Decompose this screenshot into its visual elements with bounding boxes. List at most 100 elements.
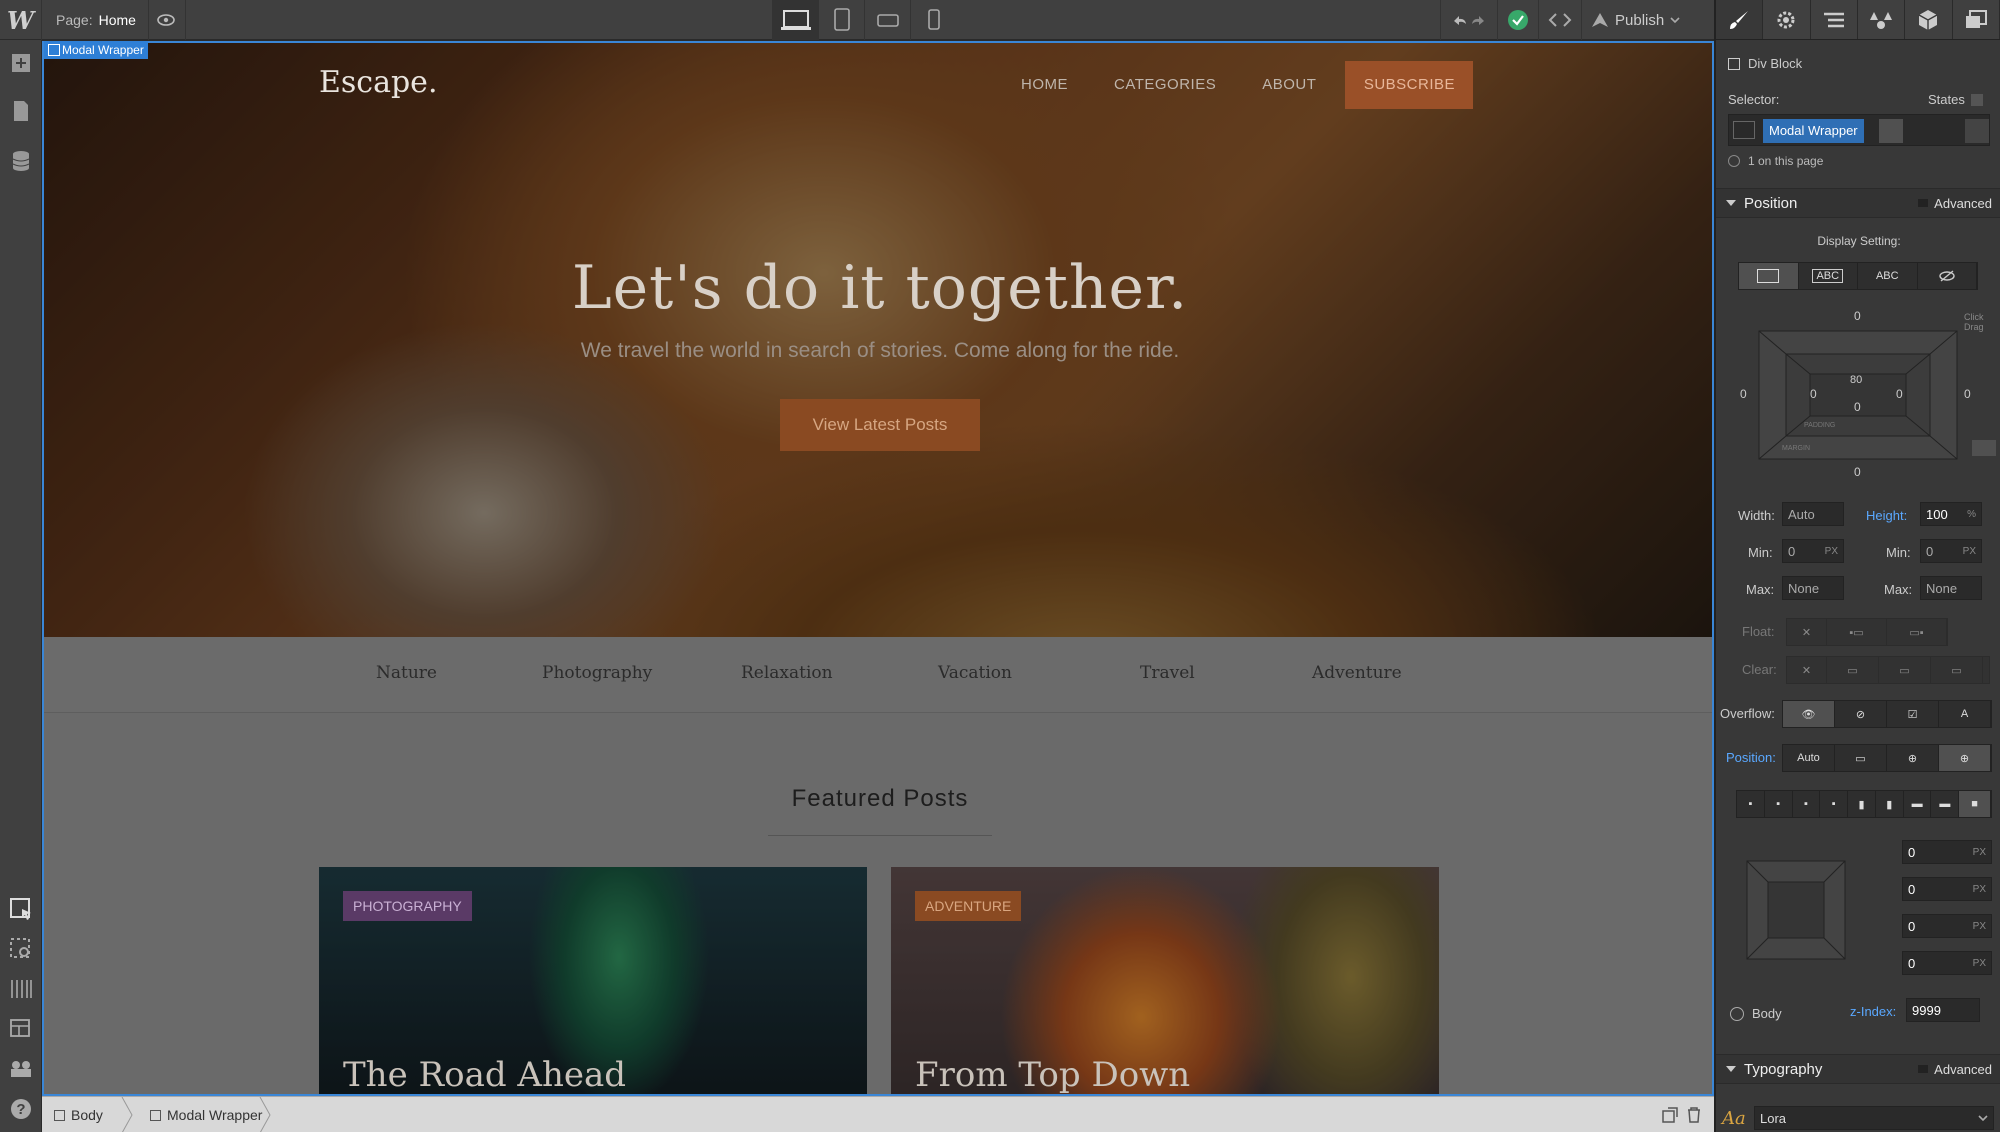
post-badge[interactable]: ADVENTURE <box>915 891 1022 921</box>
nav-home[interactable]: HOME <box>998 61 1091 109</box>
edit-class-icon[interactable] <box>1879 119 1903 143</box>
crumb-body[interactable]: Body <box>42 1097 115 1132</box>
min-width-input[interactable]: 0 PX <box>1782 539 1844 563</box>
featured-heading[interactable]: Featured Posts <box>44 785 1712 813</box>
padding-right-value[interactable]: 0 <box>1896 387 1903 401</box>
max-height-input[interactable]: None <box>1920 576 1982 600</box>
display-inline-block-icon[interactable]: ABC <box>1799 263 1858 289</box>
publish-button[interactable]: Publish <box>1581 0 1689 40</box>
padding-bottom-value[interactable]: 0 <box>1854 400 1861 414</box>
crumb-modal-wrapper[interactable]: Modal Wrapper <box>138 1097 274 1132</box>
display-block-icon[interactable] <box>1739 263 1799 289</box>
view-latest-posts-button[interactable]: View Latest Posts <box>780 399 980 451</box>
category-link[interactable]: Travel <box>1140 663 1195 683</box>
category-link[interactable]: Nature <box>376 663 437 683</box>
overflow-scroll-icon[interactable]: ☑ <box>1887 701 1939 727</box>
padding-top-value[interactable]: 80 <box>1850 374 1862 386</box>
margin-top-value[interactable]: 0 <box>1854 309 1861 323</box>
font-family-select[interactable]: Lora <box>1754 1106 1994 1130</box>
selector-tool-icon[interactable] <box>0 890 42 928</box>
states-dropdown[interactable]: States <box>1928 92 1983 107</box>
clear-left-icon[interactable]: ▭ <box>1827 657 1879 683</box>
preset-top-icon[interactable]: ▬ <box>1931 791 1960 817</box>
clear-both-icon[interactable]: ▭ <box>1931 657 1983 683</box>
position-auto-button[interactable]: Auto <box>1783 745 1835 771</box>
margin-left-value[interactable]: 0 <box>1740 387 1747 401</box>
nav-subscribe-button[interactable]: SUBSCRIBE <box>1345 61 1474 109</box>
symbols-box-icon[interactable] <box>1905 0 1953 39</box>
preset-top-right-icon[interactable]: ▪ <box>1765 791 1793 817</box>
preset-top-left-icon[interactable]: ▪ <box>1737 791 1765 817</box>
offset-top-input[interactable]: 0 PX <box>1902 840 1992 864</box>
width-input[interactable]: Auto <box>1782 502 1844 526</box>
zindex-input[interactable]: 9999 <box>1906 998 1980 1022</box>
category-link[interactable]: Vacation <box>938 663 1012 683</box>
assets-icon[interactable] <box>1953 0 2000 39</box>
post-title[interactable]: From Top Down <box>915 1055 1190 1094</box>
relative-to[interactable]: Body <box>1730 1006 1782 1021</box>
position-section-header[interactable]: Position Advanced <box>1716 188 2000 218</box>
undo-redo-icon[interactable] <box>1440 0 1497 40</box>
advanced-toggle[interactable]: Advanced <box>1918 1062 1992 1077</box>
style-brush-icon[interactable] <box>1716 0 1764 39</box>
box-model-editor[interactable] <box>1758 330 1958 460</box>
typography-section-header[interactable]: Typography Advanced <box>1716 1054 2000 1084</box>
float-none-icon[interactable]: ✕ <box>1787 619 1827 645</box>
clear-none-icon[interactable]: ✕ <box>1787 657 1827 683</box>
tablet-icon[interactable] <box>818 0 864 40</box>
collapse-icon[interactable] <box>1662 1107 1678 1123</box>
position-fixed-icon[interactable]: ⊕ <box>1939 745 1991 771</box>
height-input[interactable]: 100% <box>1920 502 1982 526</box>
cms-database-icon[interactable] <box>0 142 42 180</box>
video-tutorials-icon[interactable] <box>0 1050 42 1088</box>
layout-guides-icon[interactable] <box>0 1010 42 1048</box>
preset-left-icon[interactable]: ▮ <box>1848 791 1876 817</box>
display-inline-icon[interactable]: ABC <box>1858 263 1918 289</box>
max-width-input[interactable]: None <box>1782 576 1844 600</box>
advanced-toggle[interactable]: Advanced <box>1918 196 1992 211</box>
min-height-input[interactable]: 0 PX <box>1920 539 1982 563</box>
position-absolute-icon[interactable]: ⊕ <box>1887 745 1939 771</box>
mobile-landscape-icon[interactable] <box>864 0 910 40</box>
settings-gear-icon[interactable] <box>1763 0 1811 39</box>
overflow-auto-icon[interactable]: A <box>1939 701 1991 727</box>
hero-title[interactable]: Let's do it together. <box>44 253 1712 323</box>
overflow-hidden-icon[interactable]: ⊘ <box>1835 701 1887 727</box>
post-card[interactable]: PHOTOGRAPHY The Road Ahead <box>319 867 867 1094</box>
hero-section[interactable]: Escape. HOME CATEGORIES ABOUT SUBSCRIBE … <box>44 43 1712 637</box>
post-title[interactable]: The Road Ahead <box>343 1055 626 1094</box>
padding-left-value[interactable]: 0 <box>1810 387 1817 401</box>
hero-subtitle[interactable]: We travel the world in search of stories… <box>44 339 1712 363</box>
offset-right-input[interactable]: 0 PX <box>1902 914 1992 938</box>
interactions-icon[interactable] <box>1858 0 1906 39</box>
preview-eye-icon[interactable] <box>146 0 186 40</box>
preset-bottom-right-icon[interactable]: ▪ <box>1820 791 1849 817</box>
category-link[interactable]: Relaxation <box>741 663 833 683</box>
nav-about[interactable]: ABOUT <box>1239 61 1339 109</box>
pages-icon[interactable] <box>0 92 42 130</box>
position-offset-diagram[interactable] <box>1746 860 1846 960</box>
add-element-icon[interactable] <box>0 44 42 82</box>
display-none-eye-icon[interactable] <box>1918 263 1977 289</box>
preset-bottom-icon[interactable]: ▬ <box>1904 791 1932 817</box>
post-card[interactable]: ADVENTURE From Top Down <box>891 867 1439 1094</box>
selector-field[interactable]: Modal Wrapper <box>1728 114 1990 146</box>
float-left-icon[interactable]: ▪▭ <box>1827 619 1887 645</box>
selector-options-icon[interactable] <box>1965 119 1989 143</box>
more-options-icon[interactable] <box>1972 440 1996 456</box>
mobile-portrait-icon[interactable] <box>910 0 956 40</box>
preset-full-icon[interactable]: ■ <box>1959 791 1991 817</box>
nav-categories[interactable]: CATEGORIES <box>1091 61 1239 109</box>
clear-right-icon[interactable]: ▭ <box>1879 657 1931 683</box>
margin-bottom-value[interactable]: 0 <box>1854 465 1861 479</box>
overflow-visible-eye-icon[interactable]: 👁 <box>1783 701 1835 727</box>
margin-right-value[interactable]: 0 <box>1964 387 1971 401</box>
preview-selection-icon[interactable] <box>0 930 42 968</box>
desktop-icon[interactable] <box>772 0 818 40</box>
grid-overlay-icon[interactable] <box>0 970 42 1008</box>
offset-bottom-input[interactable]: 0 PX <box>1902 951 1992 975</box>
site-brand[interactable]: Escape. <box>319 65 437 100</box>
offset-left-input[interactable]: 0 PX <box>1902 877 1992 901</box>
preset-bottom-left-icon[interactable]: ▪ <box>1793 791 1821 817</box>
category-link[interactable]: Photography <box>542 663 652 683</box>
